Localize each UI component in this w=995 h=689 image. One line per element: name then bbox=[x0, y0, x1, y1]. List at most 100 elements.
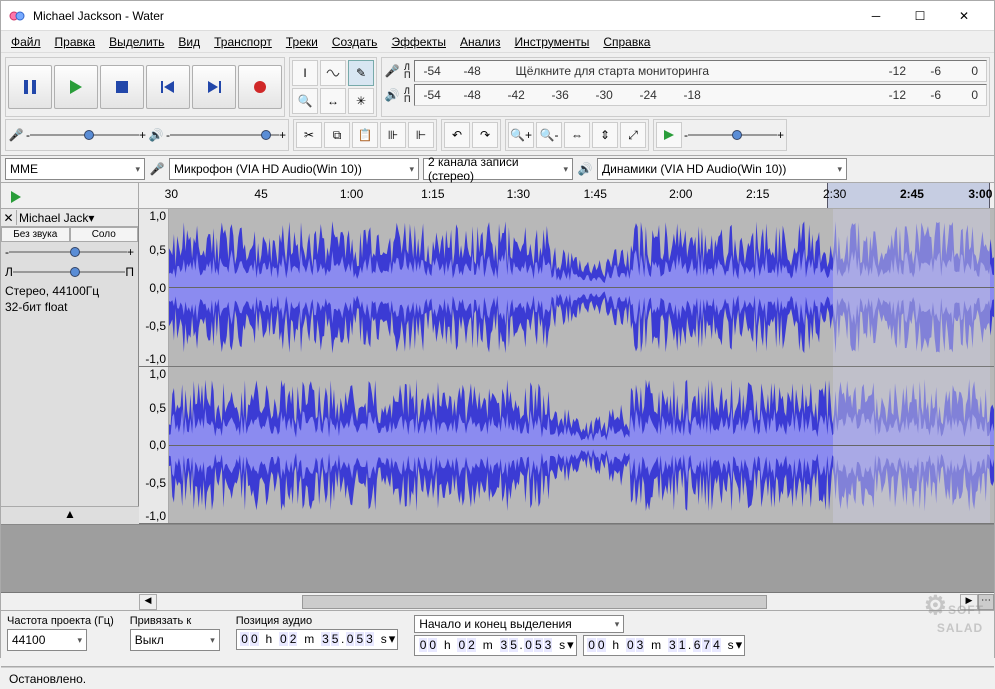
fit-project-button[interactable]: ⇕ bbox=[592, 122, 618, 148]
paste-button[interactable]: 📋 bbox=[352, 122, 378, 148]
window-title: Michael Jackson - Water bbox=[33, 9, 854, 23]
meters-toolbar: 🎤 ЛП -54 -48 Щёлкните для старта монитор… bbox=[381, 57, 990, 117]
menu-transport[interactable]: Транспорт bbox=[208, 33, 278, 51]
horizontal-scrollbar[interactable]: ◀ ▶ ⋯ bbox=[1, 593, 994, 611]
mic-icon: 🎤 bbox=[149, 162, 165, 176]
track-collapse-button[interactable]: ▲ bbox=[1, 506, 139, 524]
audio-position-label: Позиция аудио bbox=[236, 615, 398, 627]
menu-view[interactable]: Вид bbox=[172, 33, 206, 51]
undo-button[interactable]: ↶ bbox=[444, 122, 470, 148]
menu-tracks[interactable]: Треки bbox=[280, 33, 324, 51]
track-gain-slider[interactable]: -+ bbox=[5, 244, 134, 260]
zoom-in-button[interactable]: 🔍+ bbox=[508, 122, 534, 148]
track-name-dropdown[interactable]: Michael Jack▾ bbox=[17, 211, 138, 225]
vertical-scale[interactable]: 1,0 0,5 0,0 -0,5 -1,0 bbox=[139, 367, 169, 524]
zoom-toggle-button[interactable]: ⤢ bbox=[620, 122, 646, 148]
playback-speed-slider[interactable]: -+ bbox=[684, 127, 784, 143]
audio-host-combo[interactable]: MME bbox=[5, 158, 145, 180]
minimize-button[interactable]: ─ bbox=[854, 2, 898, 30]
rec-lr-label: ЛП bbox=[404, 63, 410, 79]
menu-help[interactable]: Справка bbox=[597, 33, 656, 51]
speaker-icon: 🔊 bbox=[384, 88, 400, 102]
title-bar: Michael Jackson - Water ─ ☐ ✕ bbox=[1, 1, 994, 31]
close-button[interactable]: ✕ bbox=[942, 2, 986, 30]
play-button[interactable] bbox=[54, 65, 98, 109]
empty-track-area[interactable] bbox=[1, 525, 994, 593]
menu-generate[interactable]: Создать bbox=[326, 33, 384, 51]
playback-meter[interactable]: -54 -48 -42 -36 -30 -24 -18 -12 -6 0 bbox=[414, 84, 987, 106]
undo-toolbar: ↶ ↷ bbox=[441, 119, 501, 151]
transport-toolbar bbox=[5, 57, 285, 117]
menu-tools[interactable]: Инструменты bbox=[509, 33, 596, 51]
timeline-ruler[interactable]: 30 45 1:00 1:15 1:30 1:45 2:00 2:15 2:30… bbox=[1, 183, 994, 209]
pause-button[interactable] bbox=[8, 65, 52, 109]
selection-end-field[interactable]: 00 h 03 m 31.674 s▾ bbox=[583, 635, 745, 656]
menu-edit[interactable]: Правка bbox=[49, 33, 102, 51]
skip-start-button[interactable] bbox=[146, 65, 190, 109]
scroll-fit-button[interactable]: ⋯ bbox=[978, 594, 994, 610]
trim-button[interactable]: ⊪ bbox=[380, 122, 406, 148]
menu-file[interactable]: Файл bbox=[5, 33, 47, 51]
track-format-info: Стерео, 44100Гц 32-бит float bbox=[1, 282, 138, 317]
zoom-tool[interactable]: 🔍 bbox=[292, 88, 318, 114]
mute-button[interactable]: Без звука bbox=[1, 227, 70, 242]
toolbar-area: I ✎ 🔍 ↔ ✳ 🎤 ЛП -54 -48 Щёлкните для стар… bbox=[1, 53, 994, 156]
track-close-button[interactable]: ✕ bbox=[1, 210, 17, 225]
selection-mode-combo[interactable]: Начало и конец выделения bbox=[414, 615, 624, 633]
play-at-speed-toolbar: -+ bbox=[653, 119, 787, 151]
mic-icon: 🎤 bbox=[384, 64, 400, 78]
status-bar: Остановлено. bbox=[1, 667, 994, 689]
project-rate-combo[interactable]: 44100 bbox=[7, 629, 87, 651]
timeshift-tool[interactable]: ↔ bbox=[320, 88, 346, 114]
status-text: Остановлено. bbox=[9, 672, 86, 686]
speaker-icon: 🔊 bbox=[577, 162, 593, 176]
draw-tool[interactable]: ✎ bbox=[348, 60, 374, 86]
record-button[interactable] bbox=[238, 65, 282, 109]
scroll-left-button[interactable]: ◀ bbox=[139, 594, 157, 610]
recording-channels-combo[interactable]: 2 канала записи (стерео) bbox=[423, 158, 573, 180]
track-pan-slider[interactable]: ЛП bbox=[5, 264, 134, 280]
track-control-panel: ✕ Michael Jack▾ Без звука Соло -+ ЛП Сте… bbox=[1, 209, 139, 524]
copy-button[interactable]: ⧉ bbox=[324, 122, 350, 148]
selection-toolbar: Частота проекта (Гц) 44100 Привязать к В… bbox=[1, 611, 994, 667]
edit-toolbar: ✂ ⧉ 📋 ⊪ ⊩ bbox=[293, 119, 437, 151]
app-icon bbox=[9, 8, 25, 24]
menu-bar: Файл Правка Выделить Вид Транспорт Треки… bbox=[1, 31, 994, 53]
waveform-left[interactable] bbox=[169, 209, 994, 366]
selection-tool[interactable]: I bbox=[292, 60, 318, 86]
audio-position-field[interactable]: 00 h 02 m 35.053 s▾ bbox=[236, 629, 398, 650]
play-at-speed-button[interactable] bbox=[656, 122, 682, 148]
recording-meter[interactable]: -54 -48 Щёлкните для старта мониторинга … bbox=[414, 60, 987, 82]
tools-toolbar: I ✎ 🔍 ↔ ✳ bbox=[289, 57, 377, 117]
snap-to-label: Привязать к bbox=[130, 615, 220, 627]
maximize-button[interactable]: ☐ bbox=[898, 2, 942, 30]
redo-button[interactable]: ↷ bbox=[472, 122, 498, 148]
stop-button[interactable] bbox=[100, 65, 144, 109]
envelope-tool[interactable] bbox=[320, 60, 346, 86]
vertical-scale[interactable]: 1,0 0,5 0,0 -0,5 -1,0 bbox=[139, 209, 169, 366]
menu-effects[interactable]: Эффекты bbox=[385, 33, 452, 51]
playback-device-combo[interactable]: Динамики (VIA HD Audio(Win 10)) bbox=[597, 158, 847, 180]
waveform-right[interactable] bbox=[169, 367, 994, 524]
skip-end-button[interactable] bbox=[192, 65, 236, 109]
selection-start-field[interactable]: 00 h 02 m 35.053 s▾ bbox=[414, 635, 576, 656]
fit-selection-button[interactable]: ⇔ bbox=[564, 122, 590, 148]
solo-button[interactable]: Соло bbox=[70, 227, 139, 242]
zoom-out-button[interactable]: 🔍- bbox=[536, 122, 562, 148]
snap-to-combo[interactable]: Выкл bbox=[130, 629, 220, 651]
menu-analyze[interactable]: Анализ bbox=[454, 33, 507, 51]
multi-tool[interactable]: ✳ bbox=[348, 88, 374, 114]
recording-device-combo[interactable]: Микрофон (VIA HD Audio(Win 10)) bbox=[169, 158, 419, 180]
project-rate-label: Частота проекта (Гц) bbox=[7, 615, 114, 627]
playback-volume-slider[interactable]: -+ bbox=[166, 127, 286, 143]
silence-button[interactable]: ⊩ bbox=[408, 122, 434, 148]
mic-icon: 🎤 bbox=[8, 128, 24, 142]
menu-select[interactable]: Выделить bbox=[103, 33, 170, 51]
playhead-icon bbox=[11, 191, 21, 203]
zoom-toolbar: 🔍+ 🔍- ⇔ ⇕ ⤢ bbox=[505, 119, 649, 151]
play-lr-label: ЛП bbox=[404, 87, 410, 103]
scroll-right-button[interactable]: ▶ bbox=[960, 594, 978, 610]
recording-volume-slider[interactable]: -+ bbox=[26, 127, 146, 143]
cut-button[interactable]: ✂ bbox=[296, 122, 322, 148]
mixer-toolbar: 🎤 -+ 🔊 -+ bbox=[5, 119, 289, 151]
